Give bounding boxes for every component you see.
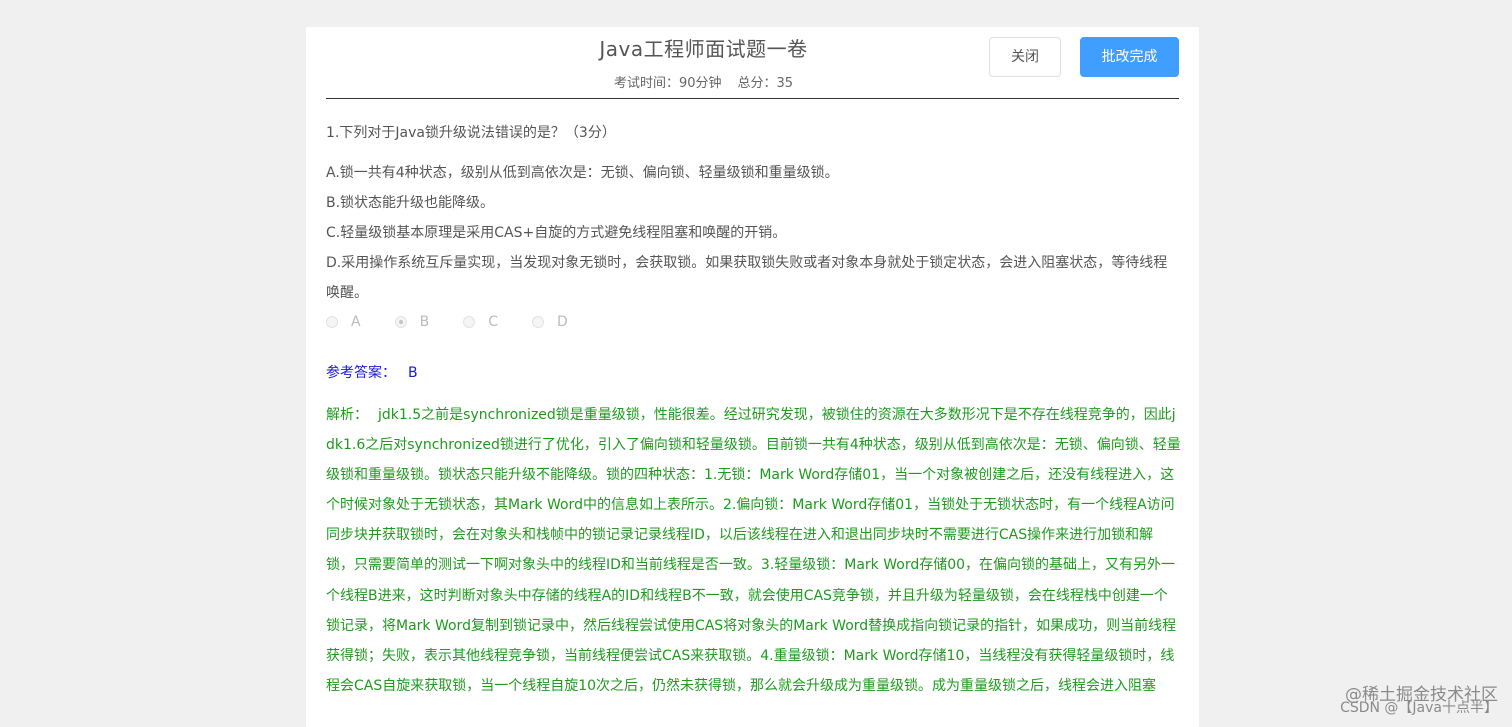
radio-a-label: A [351, 314, 361, 330]
option-c: C.轻量级锁基本原理是采用CAS+自旋的方式避免线程阻塞和唤醒的开销。 [326, 225, 787, 241]
option-b: B.锁状态能升级也能降级。 [326, 195, 495, 211]
radio-d[interactable]: D [531, 314, 568, 330]
analysis: 解析： jdk1.5之前是synchronized锁是重量级锁，性能很差。经过研究… [326, 400, 1181, 701]
finish-grading-button[interactable]: 批改完成 [1080, 37, 1179, 77]
reference-answer-value: B [408, 365, 418, 381]
radio-b-label: B [419, 314, 430, 330]
radio-c-circle-icon[interactable] [463, 316, 476, 328]
radio-a[interactable]: A [326, 314, 361, 330]
radio-d-circle-icon[interactable] [531, 316, 544, 328]
radio-c-label: C [488, 314, 498, 330]
radio-b-checked-icon[interactable] [394, 316, 407, 328]
radio-c[interactable]: C [463, 314, 498, 330]
analysis-text: jdk1.5之前是synchronized锁是重量级锁，性能很差。经过研究发现，… [326, 407, 1181, 694]
exam-time: 考试时间：90分钟 [613, 76, 722, 91]
option-d: D.采用操作系统互斥量实现，当发现对象无锁时，会获取锁。如果获取锁失败或者对象本… [326, 255, 1168, 301]
radio-d-label: D [556, 314, 568, 330]
question-text: 1.下列对于Java锁升级说法错误的是？（3分） [326, 125, 616, 141]
option-a: A.锁一共有4种状态，级别从低到高依次是：无锁、偏向锁、轻量级锁和重量级锁。 [326, 165, 839, 181]
reference-answer: 参考答案： B [326, 360, 1181, 386]
reference-answer-label: 参考答案： [326, 365, 396, 381]
exam-header: Java工程师面试题一卷 考试时间：90分钟 总分：35 关闭 批改完成 [306, 27, 1199, 99]
exam-paper: Java工程师面试题一卷 考试时间：90分钟 总分：35 关闭 批改完成 1.下列… [306, 27, 1199, 727]
question-block: 1.下列对于Java锁升级说法错误的是？（3分） A.锁一共有4种状态，级别从低… [326, 119, 1181, 701]
total-score: 总分：35 [737, 76, 794, 91]
watermark-csdn: CSDN @【Java十点半】 [1340, 700, 1498, 716]
exam-title: Java工程师面试题一卷 [599, 37, 808, 61]
radio-b[interactable]: B [394, 314, 430, 330]
exam-meta: 考试时间：90分钟 总分：35 [306, 72, 1101, 91]
answer-radio-group: A B C D [326, 308, 1181, 336]
analysis-label: 解析： [326, 407, 368, 423]
close-button[interactable]: 关闭 [989, 37, 1061, 77]
header-divider [326, 98, 1179, 99]
radio-a-circle-icon[interactable] [326, 316, 338, 328]
